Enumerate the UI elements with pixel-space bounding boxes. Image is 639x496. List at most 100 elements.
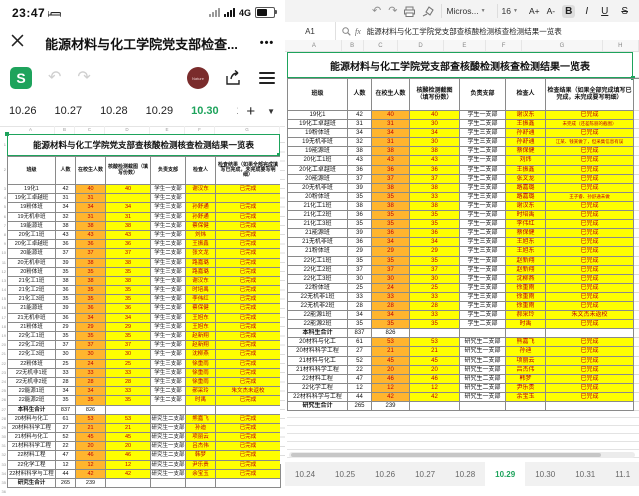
table-cell[interactable]: 21化工2班 (8, 286, 56, 295)
row-number[interactable]: 32 (0, 450, 7, 459)
table-cell[interactable]: 检查结果（如果全部完成填写已完成，未完成要写明细） (216, 157, 281, 185)
table-cell[interactable]: 28 (372, 302, 410, 311)
table-cell[interactable]: 22无机非2班 (288, 302, 348, 311)
table-cell[interactable]: 已完成 (546, 220, 634, 229)
table-cell[interactable]: 学生二支部 (151, 194, 186, 203)
sheet-tab[interactable]: 10.27 (405, 462, 445, 486)
table-cell[interactable]: 53 (372, 338, 410, 347)
table-cell[interactable]: 学生一支部 (151, 295, 186, 304)
table-cell[interactable]: 37 (348, 175, 372, 184)
table-cell[interactable]: 37 (348, 266, 372, 275)
table-cell[interactable] (216, 479, 281, 488)
table-cell[interactable]: 已完成 (546, 257, 634, 266)
table-cell[interactable] (410, 329, 460, 338)
table-cell[interactable]: 韩梦 (506, 375, 546, 384)
table-cell[interactable]: 学生一支部 (151, 341, 186, 350)
table-cell[interactable]: 25 (410, 284, 460, 293)
table-cell[interactable]: 35 (410, 320, 460, 329)
table-cell[interactable]: 19化工卓越班 (8, 194, 56, 203)
table-cell[interactable]: 沈柳燕 (506, 275, 546, 284)
table-cell[interactable]: 学生一支部 (460, 275, 506, 284)
table-cell[interactable]: 19无机非班 (8, 213, 56, 222)
table-cell[interactable]: 赵新翔 (506, 257, 546, 266)
table-cell[interactable]: 33 (372, 293, 410, 302)
table-cell[interactable]: 学生三支部 (460, 138, 506, 147)
table-cell[interactable]: 学生三支部 (151, 323, 186, 332)
menu-button[interactable] (259, 72, 275, 84)
table-cell[interactable]: 265 (56, 479, 76, 488)
table-cell[interactable]: 王子睿、孙舒通未做 (546, 193, 634, 202)
table-cell[interactable]: 36 (76, 240, 106, 249)
table-cell[interactable]: 已完成 (216, 304, 281, 313)
row-number[interactable]: 14 (0, 285, 7, 294)
table-cell[interactable]: 本科生合计 (8, 406, 56, 415)
table-cell[interactable]: 已完成 (546, 202, 634, 211)
row-number[interactable]: 24 (0, 377, 7, 386)
table-cell[interactable]: 36 (106, 304, 151, 313)
table-cell[interactable]: 28 (76, 378, 106, 387)
table-cell[interactable]: 36 (56, 240, 76, 249)
table-cell[interactable]: 孙舒通 (506, 129, 546, 138)
table-cell[interactable]: 45 (410, 357, 460, 366)
table-cell[interactable]: 35 (410, 211, 460, 220)
table-cell[interactable]: 路嘉璐 (506, 193, 546, 202)
table-cell[interactable]: 学生一支部 (151, 277, 186, 286)
table-cell[interactable]: 沈柳燕 (186, 350, 216, 359)
table-cell[interactable]: 熊嘉飞 (186, 415, 216, 424)
table-cell[interactable]: 已完成 (546, 211, 634, 220)
table-cell[interactable]: 35 (348, 320, 372, 329)
table-cell[interactable]: 25 (348, 284, 372, 293)
table-cell[interactable]: 45 (106, 433, 151, 442)
table-cell[interactable]: 38 (372, 147, 410, 156)
bold-button[interactable]: B (562, 5, 575, 18)
table-cell[interactable]: 已完成 (546, 184, 634, 193)
table-cell[interactable]: 刘炜 (186, 231, 216, 240)
empty-cell[interactable] (634, 229, 639, 238)
table-cell[interactable]: 22化学工程 (288, 384, 348, 393)
table-cell[interactable]: 研究生一支部 (151, 442, 186, 451)
row-number[interactable]: 5 (0, 202, 7, 211)
table-cell[interactable]: 21 (410, 347, 460, 356)
table-cell[interactable]: 39 (348, 229, 372, 238)
table-cell[interactable]: 吕杰伟 (506, 366, 546, 375)
table-cell[interactable]: 35 (410, 257, 460, 266)
table-cell[interactable]: 35 (106, 268, 151, 277)
table-cell[interactable]: 37 (76, 249, 106, 258)
table-cell[interactable]: 未完成（还差陈丽的截图） (546, 120, 634, 129)
column-header[interactable]: D (105, 126, 150, 134)
table-cell[interactable]: 徐重雨 (186, 360, 216, 369)
table-cell[interactable]: 余宝玉 (186, 470, 216, 479)
table-cell[interactable]: 30 (410, 138, 460, 147)
table-cell[interactable]: 21能源班 (8, 304, 56, 313)
table-cell[interactable]: 学生二支部 (460, 229, 506, 238)
sheet-tab[interactable]: 10.26 (0, 96, 46, 126)
empty-cell[interactable] (634, 147, 639, 156)
sheet-tab[interactable]: 10.27 (46, 96, 92, 126)
table-cell[interactable]: 34 (106, 203, 151, 212)
table-cell[interactable]: 尹乐贵 (506, 384, 546, 393)
table-cell[interactable]: 53 (106, 415, 151, 424)
table-cell[interactable]: 学生一支部 (460, 202, 506, 211)
table-cell[interactable]: 学生一支部 (460, 266, 506, 275)
table-cell[interactable]: 46 (410, 375, 460, 384)
row-number[interactable]: 26 (0, 395, 7, 404)
row-number[interactable]: 1 (0, 134, 7, 156)
table-cell[interactable]: 22 (56, 442, 76, 451)
empty-cell[interactable] (634, 302, 639, 311)
sheet-tab[interactable]: 10.28 (445, 462, 485, 486)
table-cell[interactable]: 学生二支部 (151, 249, 186, 258)
table-cell[interactable]: 已完成 (546, 166, 634, 175)
table-cell[interactable]: 人数 (348, 79, 372, 111)
sheet-tab[interactable]: 10.30 (525, 462, 565, 486)
table-cell[interactable]: 22能源2班 (288, 320, 348, 329)
table-cell[interactable]: 在校生人数 (372, 79, 410, 111)
table-cell[interactable]: 学生二支部 (151, 387, 186, 396)
table-cell[interactable]: 35 (372, 211, 410, 220)
table-cell[interactable]: 38 (348, 147, 372, 156)
table-cell[interactable]: 38 (410, 147, 460, 156)
empty-grid-row[interactable] (287, 442, 639, 450)
table-cell[interactable]: 47 (348, 375, 372, 384)
table-cell[interactable]: 33 (106, 387, 151, 396)
undo-icon[interactable]: ↶ (372, 6, 381, 17)
grow-font-button[interactable]: A+ (529, 6, 540, 16)
